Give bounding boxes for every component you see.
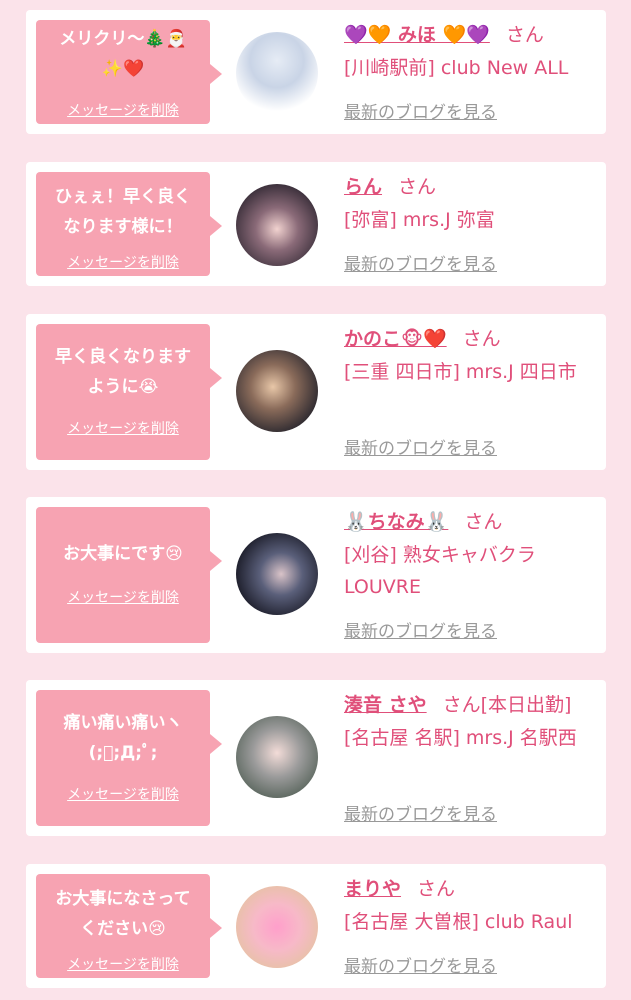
message-text: 早く良くなります ように😭	[55, 347, 191, 397]
cast-info: 🐰ちなみ🐰 さん [刈谷] 熟女キャバクラ LOUVRE	[344, 509, 600, 603]
message-card: 痛い痛い痛いヽ (;ﾟ;Д;ﾟ; メッセージを削除 湊音 さや さん[本日出勤] …	[26, 680, 606, 836]
name-line: まりや さん	[344, 876, 600, 902]
shop-name: [川崎駅前] club New ALL	[344, 57, 569, 79]
status-text: [本日出勤]	[480, 694, 572, 716]
cast-name-link[interactable]: まりや	[344, 878, 401, 900]
cast-name-link[interactable]: 💜🧡 みほ 🧡💜	[344, 24, 490, 46]
avatar[interactable]	[236, 716, 318, 798]
avatar[interactable]	[236, 32, 318, 114]
message-bubble: 痛い痛い痛いヽ (;ﾟ;Д;ﾟ; メッセージを削除	[36, 690, 222, 826]
name-line: 💜🧡 みほ 🧡💜 さん	[344, 22, 600, 48]
honorific: さん	[464, 511, 503, 533]
delete-message-link[interactable]: メッセージを削除	[36, 587, 210, 607]
message-card: お大事にです😢 メッセージを削除 🐰ちなみ🐰 さん [刈谷] 熟女キャバクラ LO…	[26, 497, 606, 653]
message-bubble: 早く良くなります ように😭 メッセージを削除	[36, 324, 222, 460]
message-list: メリクリ〜🎄🎅 ✨❤️ メッセージを削除 💜🧡 みほ 🧡💜 さん [川崎駅前] c…	[0, 0, 631, 1000]
shop-name: [名古屋 名駅] mrs.J 名駅西	[344, 727, 577, 749]
cast-info: かのこ🐵❤️ さん [三重 四日市] mrs.J 四日市	[344, 326, 600, 388]
message-bubble: メリクリ〜🎄🎅 ✨❤️ メッセージを削除	[36, 20, 222, 124]
message-bubble: お大事になさって ください😢 メッセージを削除	[36, 874, 222, 978]
message-text: お大事にです😢	[63, 544, 183, 564]
name-line: かのこ🐵❤️ さん	[344, 326, 600, 352]
name-line: 🐰ちなみ🐰 さん	[344, 509, 600, 535]
shop-name: [刈谷] 熟女キャバクラ LOUVRE	[344, 544, 536, 598]
delete-message-link[interactable]: メッセージを削除	[36, 418, 210, 438]
avatar[interactable]	[236, 886, 318, 968]
delete-message-link[interactable]: メッセージを削除	[36, 100, 210, 120]
message-text: お大事になさって ください😢	[55, 889, 191, 939]
message-text: ひぇぇ！早く良く なります様に！	[55, 187, 191, 237]
cast-info: 💜🧡 みほ 🧡💜 さん [川崎駅前] club New ALL	[344, 22, 600, 84]
honorific: さん	[398, 176, 437, 198]
delete-message-link[interactable]: メッセージを削除	[36, 954, 210, 974]
blog-link[interactable]: 最新のブログを見る	[344, 952, 497, 977]
avatar[interactable]	[236, 350, 318, 432]
shop-name: [三重 四日市] mrs.J 四日市	[344, 361, 577, 383]
blog-link[interactable]: 最新のブログを見る	[344, 617, 497, 642]
message-card: メリクリ〜🎄🎅 ✨❤️ メッセージを削除 💜🧡 みほ 🧡💜 さん [川崎駅前] c…	[26, 10, 606, 134]
message-bubble: お大事にです😢 メッセージを削除	[36, 507, 222, 643]
message-card: ひぇぇ！早く良く なります様に！ メッセージを削除 らん さん [弥富] mrs.…	[26, 162, 606, 286]
honorific: さん	[417, 878, 456, 900]
cast-name-link[interactable]: らん	[344, 176, 382, 198]
message-text: 痛い痛い痛いヽ (;ﾟ;Д;ﾟ;	[63, 713, 183, 763]
cast-name-link[interactable]: 湊音 さや	[344, 694, 427, 716]
cast-info: まりや さん [名古屋 大曽根] club Raul	[344, 876, 600, 938]
message-text: メリクリ〜🎄🎅 ✨❤️	[59, 29, 187, 79]
cast-info: 湊音 さや さん[本日出勤] [名古屋 名駅] mrs.J 名駅西	[344, 692, 600, 754]
message-bubble: ひぇぇ！早く良く なります様に！ メッセージを削除	[36, 172, 222, 276]
avatar[interactable]	[236, 533, 318, 615]
name-line: らん さん	[344, 174, 600, 200]
blog-link[interactable]: 最新のブログを見る	[344, 98, 497, 123]
name-line: 湊音 さや さん[本日出勤]	[344, 692, 600, 718]
delete-message-link[interactable]: メッセージを削除	[36, 784, 210, 804]
cast-name-link[interactable]: 🐰ちなみ🐰	[344, 511, 448, 533]
shop-name: [弥富] mrs.J 弥富	[344, 209, 495, 231]
cast-info: らん さん [弥富] mrs.J 弥富	[344, 174, 600, 236]
blog-link[interactable]: 最新のブログを見る	[344, 434, 497, 459]
message-card: 早く良くなります ように😭 メッセージを削除 かのこ🐵❤️ さん [三重 四日市]…	[26, 314, 606, 470]
cast-name-link[interactable]: かのこ🐵❤️	[344, 328, 447, 350]
honorific: さん	[505, 24, 544, 46]
honorific: さん	[462, 328, 501, 350]
honorific: さん	[442, 694, 481, 716]
shop-name: [名古屋 大曽根] club Raul	[344, 911, 573, 933]
message-card: お大事になさって ください😢 メッセージを削除 まりや さん [名古屋 大曽根] …	[26, 864, 606, 988]
avatar[interactable]	[236, 184, 318, 266]
delete-message-link[interactable]: メッセージを削除	[36, 252, 210, 272]
blog-link[interactable]: 最新のブログを見る	[344, 800, 497, 825]
blog-link[interactable]: 最新のブログを見る	[344, 250, 497, 275]
